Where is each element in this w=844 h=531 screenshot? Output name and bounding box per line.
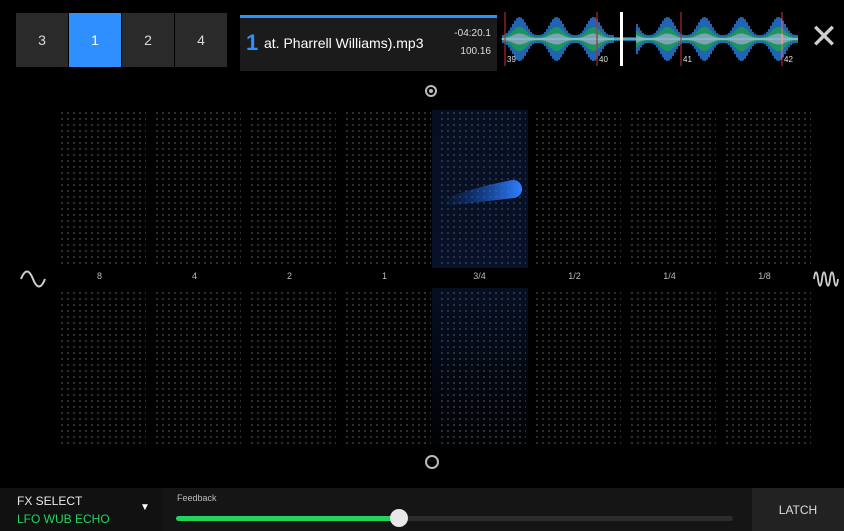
latch-label: LATCH <box>778 502 818 517</box>
deck-tab-label: 1 <box>91 32 99 48</box>
deck-tabs: 3 1 2 4 <box>16 13 228 67</box>
pad-cell-upper <box>534 110 621 264</box>
feedback-label: Feedback <box>177 493 217 503</box>
touch-point[interactable] <box>440 170 530 210</box>
close-icon: ✕ <box>809 18 839 56</box>
pad-cell-lower <box>534 290 621 446</box>
track-bpm: 100.16 <box>460 46 491 57</box>
sine-wave-icon <box>18 262 48 292</box>
pad-cell-upper <box>344 110 431 264</box>
pad-cell-lower <box>249 290 336 446</box>
fx-selected-effect: LFO WUB ECHO <box>17 512 110 526</box>
pad-cell-upper <box>154 110 241 264</box>
deck-tab-label: 4 <box>197 32 205 48</box>
fast-wave-icon <box>812 264 842 294</box>
waveform[interactable]: 39 40 41 42 <box>501 12 798 66</box>
latch-button[interactable]: LATCH <box>752 488 844 531</box>
dropdown-arrow-icon: ▼ <box>140 502 150 513</box>
track-info[interactable]: 1 at. Pharrell Williams).mp3 -04:20.1 10… <box>240 15 497 71</box>
top-knob[interactable] <box>425 85 437 97</box>
deck-tab-label: 3 <box>38 32 46 48</box>
beat-division-label: 4 <box>191 271 197 281</box>
pad-cell-lower <box>154 290 241 446</box>
deck-tab-4[interactable]: 4 <box>175 13 227 67</box>
track-title: at. Pharrell Williams).mp3 <box>264 35 424 51</box>
beat-division-label: 1 <box>381 271 387 281</box>
beat-division-label: 8 <box>96 271 102 281</box>
beat-division-label: 2 <box>286 271 292 281</box>
beat-division-label: 1/2 <box>568 271 581 281</box>
track-deck-number: 1 <box>246 30 259 55</box>
close-button[interactable]: ✕ <box>807 20 841 54</box>
feedback-slider-thumb[interactable] <box>389 509 408 527</box>
track-remaining-time: -04:20.1 <box>454 28 491 39</box>
pad-cell-lower <box>59 290 146 446</box>
beat-division-label: 1/4 <box>663 271 676 281</box>
xy-pad[interactable]: 8 4 2 1 3/4 1/2 1/4 1/8 <box>0 74 844 484</box>
beat-marker-label: 39 <box>507 55 516 64</box>
pad-cell-lower <box>344 290 431 446</box>
beat-marker-label: 41 <box>683 55 692 64</box>
fx-select-dropdown[interactable]: FX SELECT LFO WUB ECHO ▼ <box>0 488 162 531</box>
top-bar: 3 1 2 4 1 at. Pharrell Williams).mp3 -04:20… <box>0 0 844 74</box>
deck-tab-3[interactable]: 3 <box>16 13 68 67</box>
beat-marker-label: 40 <box>599 55 608 64</box>
fx-select-label: FX SELECT <box>17 494 83 508</box>
pad-cell-lower <box>439 290 526 446</box>
beat-marker-label: 42 <box>784 55 793 64</box>
feedback-slider-fill <box>176 516 399 521</box>
deck-tab-label: 2 <box>144 32 152 48</box>
beat-division-label: 3/4 <box>473 271 486 281</box>
pad-cell-upper <box>629 110 716 264</box>
pad-cell-lower <box>724 290 811 446</box>
deck-tab-2[interactable]: 2 <box>122 13 174 67</box>
beat-division-label: 1/8 <box>758 271 771 281</box>
bottom-knob[interactable] <box>425 455 439 469</box>
pad-cell-upper <box>249 110 336 264</box>
pad-cell-upper <box>724 110 811 264</box>
waveform-graphic: 39 40 41 42 <box>501 12 798 66</box>
bottom-bar: FX SELECT LFO WUB ECHO ▼ Feedback LATCH <box>0 488 844 531</box>
pad-cell-upper <box>59 110 146 264</box>
deck-tab-1[interactable]: 1 <box>69 13 121 67</box>
playhead <box>620 12 623 66</box>
pad-cell-lower <box>629 290 716 446</box>
feedback-slider[interactable] <box>176 509 733 527</box>
